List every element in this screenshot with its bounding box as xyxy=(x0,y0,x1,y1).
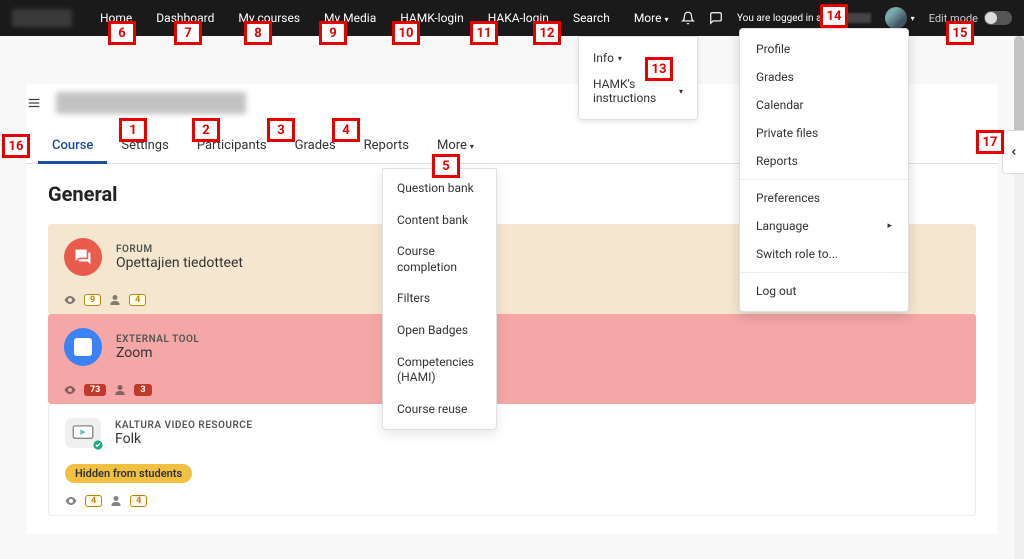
nav-search[interactable]: Search xyxy=(561,2,622,34)
cmore-competencies[interactable]: Competencies (HAMI) xyxy=(383,347,496,394)
right-drawer-toggle[interactable] xyxy=(1002,130,1024,174)
cmore-course-completion[interactable]: Course completion xyxy=(383,236,496,283)
users-badge: 3 xyxy=(134,384,151,396)
users-badge: 4 xyxy=(129,294,146,306)
marker-15: 15 xyxy=(946,21,974,45)
user-icon xyxy=(109,294,121,306)
marker-11: 11 xyxy=(470,21,498,45)
user-icon xyxy=(114,384,126,396)
scrollbar[interactable] xyxy=(1014,36,1024,559)
marker-8: 8 xyxy=(244,21,272,45)
external-tool-icon xyxy=(64,328,102,366)
users-badge: 4 xyxy=(130,495,147,507)
eye-icon xyxy=(64,294,76,306)
marker-10: 10 xyxy=(392,21,420,45)
marker-12: 12 xyxy=(533,21,561,45)
user-menu-preferences[interactable]: Preferences xyxy=(740,184,908,212)
marker-13: 13 xyxy=(645,57,673,81)
cmore-course-reuse[interactable]: Course reuse xyxy=(383,394,496,426)
forum-icon xyxy=(64,238,102,276)
cmore-filters[interactable]: Filters xyxy=(383,283,496,315)
edit-mode-toggle[interactable] xyxy=(984,11,1012,25)
logged-in-text: You are logged in as xyxy=(737,13,871,24)
marker-14: 14 xyxy=(820,4,848,28)
notifications-icon[interactable] xyxy=(681,11,695,25)
hidden-from-students-badge: Hidden from students xyxy=(65,464,192,483)
topnav-more-dropdown: Info▾ HAMK's instructions▾ xyxy=(578,36,698,120)
user-menu: Profile Grades Calendar Private files Re… xyxy=(739,28,909,312)
messages-icon[interactable] xyxy=(709,11,723,25)
views-badge: 4 xyxy=(85,495,102,507)
views-badge: 9 xyxy=(84,294,101,306)
user-menu-calendar[interactable]: Calendar xyxy=(740,91,908,119)
kaltura-icon xyxy=(65,418,101,448)
activity-zoom: EXTERNAL TOOL Zoom 73 3 xyxy=(48,314,976,404)
more-hamk-instructions[interactable]: HAMK's instructions▾ xyxy=(579,71,697,111)
more-info[interactable]: Info▾ xyxy=(579,45,697,71)
activity-kaltura: KALTURA VIDEO RESOURCE Folk Hidden from … xyxy=(48,404,976,516)
user-menu-language[interactable]: Language▸ xyxy=(740,212,908,240)
activity-link[interactable]: Zoom xyxy=(116,345,199,361)
marker-4: 4 xyxy=(332,118,360,142)
cmore-content-bank[interactable]: Content bank xyxy=(383,205,496,237)
hamburger-icon[interactable] xyxy=(26,96,42,110)
course-title-redacted xyxy=(56,92,246,114)
avatar xyxy=(885,7,907,29)
marker-9: 9 xyxy=(319,21,347,45)
eye-icon xyxy=(65,495,77,507)
user-menu-profile[interactable]: Profile xyxy=(740,35,908,63)
activity-type-label: KALTURA VIDEO RESOURCE xyxy=(115,420,252,431)
marker-2: 2 xyxy=(192,118,220,142)
eye-icon xyxy=(64,384,76,396)
activity-link[interactable]: Folk xyxy=(115,431,252,447)
activity-type-label: FORUM xyxy=(116,244,243,255)
cmore-open-badges[interactable]: Open Badges xyxy=(383,315,496,347)
user-menu-private-files[interactable]: Private files xyxy=(740,119,908,147)
user-icon xyxy=(110,495,122,507)
views-badge: 73 xyxy=(84,384,106,396)
user-avatar-toggle[interactable]: ▾ xyxy=(885,7,915,29)
nav-more[interactable]: More▾ xyxy=(622,2,681,34)
user-menu-switch-role[interactable]: Switch role to... xyxy=(740,240,908,268)
activity-type-label: EXTERNAL TOOL xyxy=(116,334,199,345)
activity-link[interactable]: Opettajien tiedotteet xyxy=(116,255,243,271)
course-more-dropdown: Question bank Content bank Course comple… xyxy=(382,168,497,430)
brand-logo xyxy=(12,9,72,27)
user-menu-reports[interactable]: Reports xyxy=(740,147,908,175)
marker-17: 17 xyxy=(976,130,1004,154)
marker-3: 3 xyxy=(267,118,295,142)
marker-6: 6 xyxy=(108,21,136,45)
marker-7: 7 xyxy=(174,21,202,45)
user-menu-logout[interactable]: Log out xyxy=(740,277,908,305)
marker-5: 5 xyxy=(432,154,460,178)
tab-reports[interactable]: Reports xyxy=(350,128,423,163)
user-menu-grades[interactable]: Grades xyxy=(740,63,908,91)
tab-course[interactable]: Course xyxy=(38,128,107,163)
marker-1: 1 xyxy=(119,118,147,142)
marker-16: 16 xyxy=(2,134,30,158)
